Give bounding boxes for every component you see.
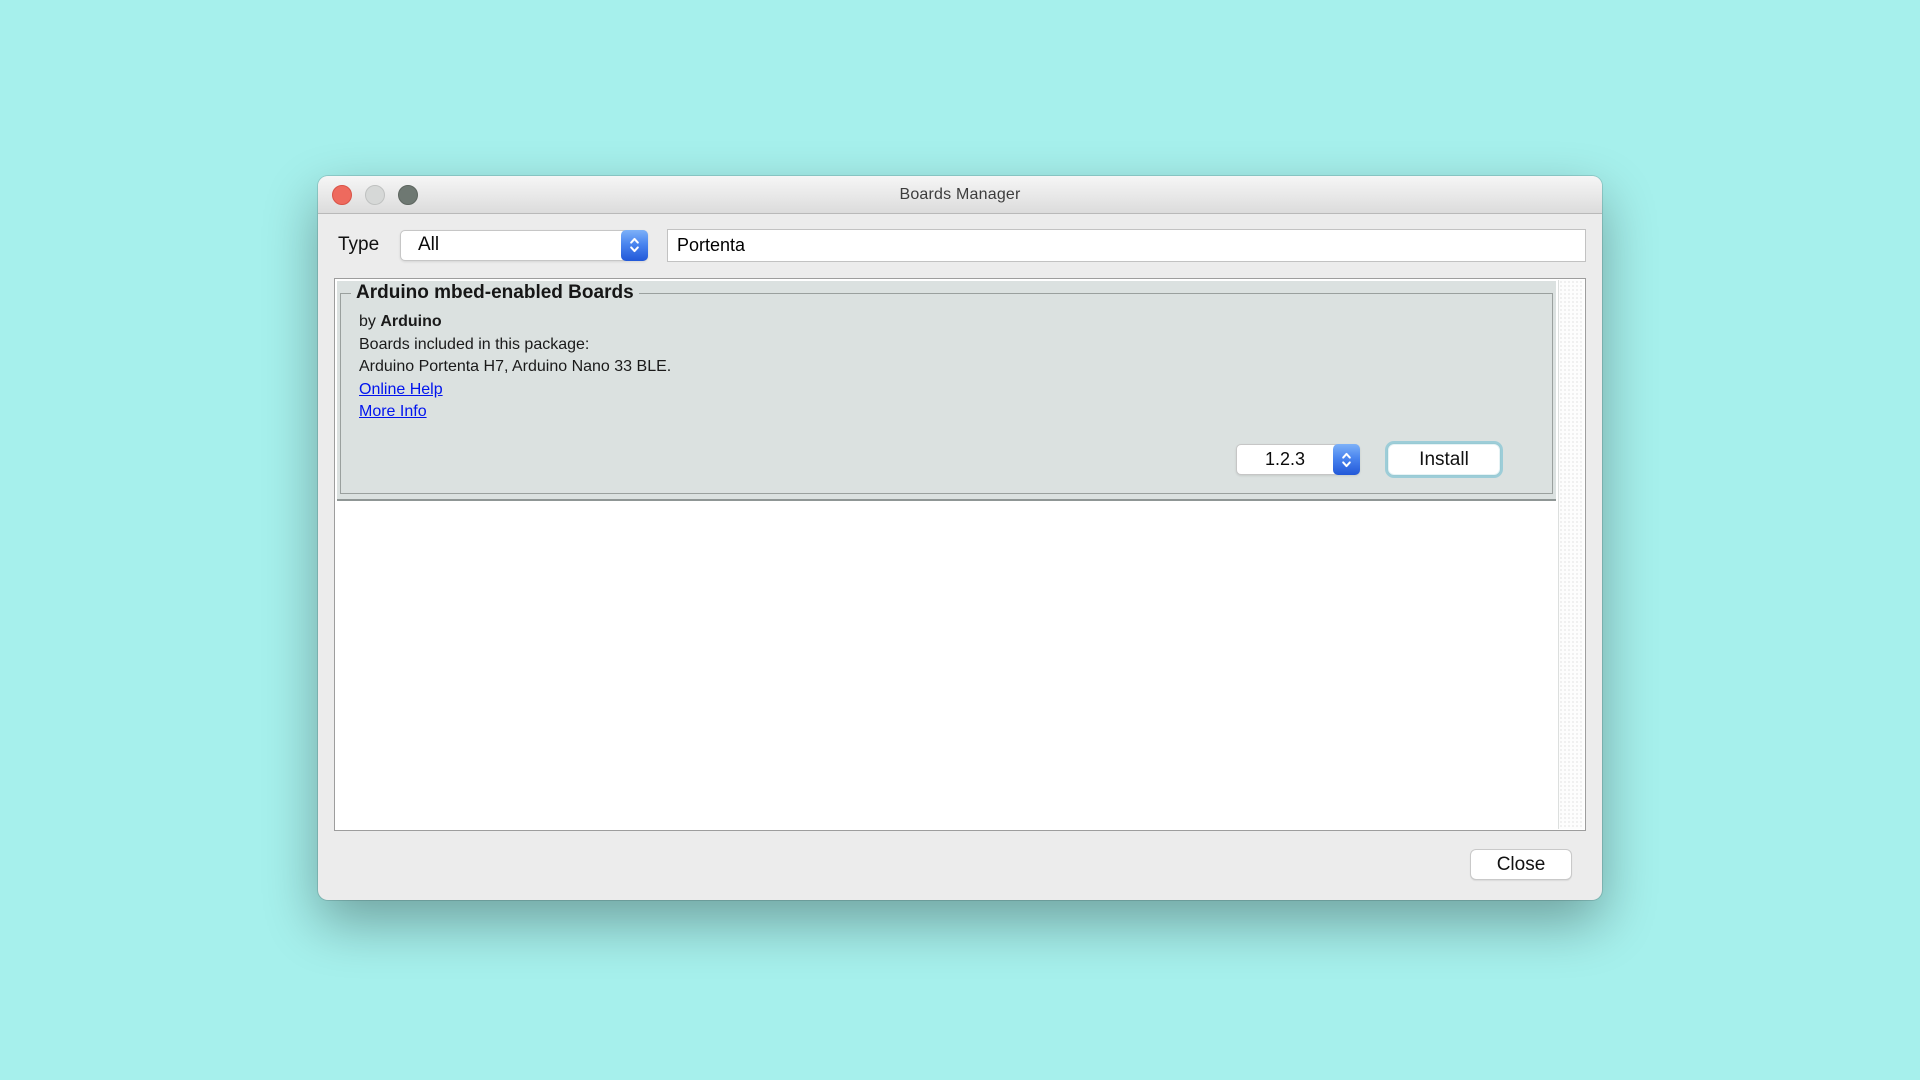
board-entry-groupbox: Arduino mbed-enabled Boards by Arduino B…: [340, 282, 1553, 494]
close-button[interactable]: Close: [1470, 849, 1572, 880]
board-entry[interactable]: Arduino mbed-enabled Boards by Arduino B…: [337, 281, 1556, 501]
filter-row: Type All: [338, 227, 1586, 263]
minimize-window-icon: [365, 185, 385, 205]
chevron-up-down-icon: [621, 230, 648, 261]
version-dropdown[interactable]: 1.2.3: [1236, 444, 1360, 475]
chevron-up-down-icon: [1333, 444, 1360, 475]
type-dropdown[interactable]: All: [400, 230, 648, 261]
boards-line: Arduino Portenta H7, Arduino Nano 33 BLE…: [359, 356, 1552, 379]
more-info-link[interactable]: More Info: [359, 401, 427, 424]
type-dropdown-value: All: [418, 231, 439, 260]
online-help-link[interactable]: Online Help: [359, 379, 443, 402]
boards-manager-window: Boards Manager Type All Arduino mbed-ena…: [318, 176, 1602, 900]
search-input[interactable]: [667, 229, 1586, 262]
zoom-window-icon: [398, 185, 418, 205]
version-dropdown-value: 1.2.3: [1237, 445, 1333, 474]
board-entry-body: by Arduino Boards included in this packa…: [341, 304, 1552, 424]
board-author: Arduino: [380, 313, 441, 330]
install-button[interactable]: Install: [1388, 444, 1500, 475]
traffic-lights: [332, 176, 418, 213]
boards-list: Arduino mbed-enabled Boards by Arduino B…: [334, 278, 1586, 831]
board-author-line: by Arduino: [359, 311, 1552, 334]
title-bar[interactable]: Boards Manager: [318, 176, 1602, 214]
close-window-icon[interactable]: [332, 185, 352, 205]
type-label: Type: [338, 234, 400, 256]
window-title: Boards Manager: [899, 186, 1020, 204]
vertical-scrollbar[interactable]: [1558, 280, 1584, 829]
board-entry-title: Arduino mbed-enabled Boards: [351, 282, 639, 304]
entry-actions: 1.2.3 Install: [1236, 444, 1500, 475]
package-line: Boards included in this package:: [359, 334, 1552, 357]
